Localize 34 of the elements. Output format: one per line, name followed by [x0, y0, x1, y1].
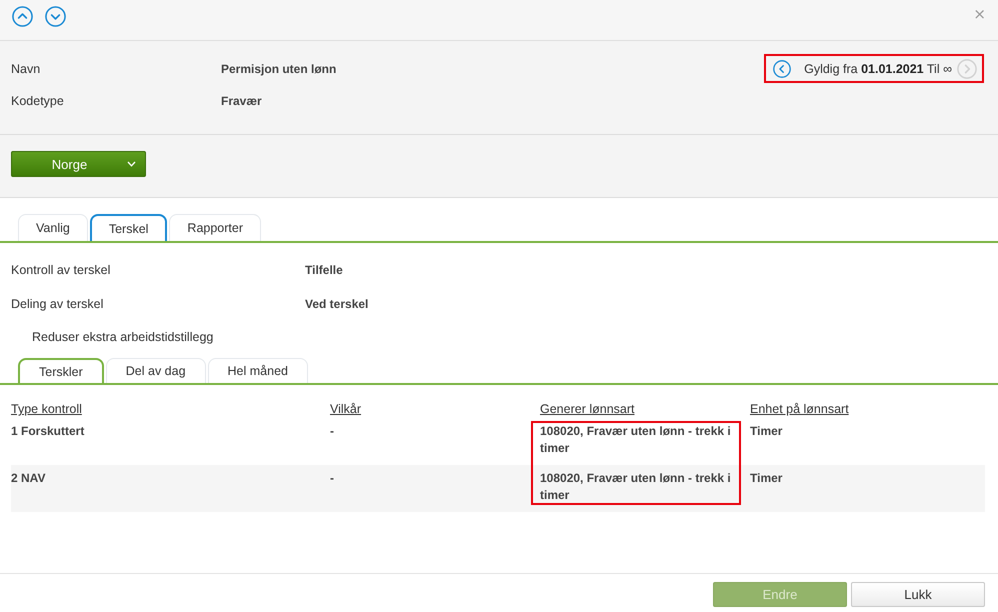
table-cell-text: 108020, Fravær uten lønn - trekk i timer	[539, 470, 732, 504]
setting-label: Kontroll av terskel	[11, 262, 112, 279]
setting-value: Tilfelle	[305, 262, 344, 279]
table-cell-text: -	[329, 423, 335, 440]
column-header[interactable]: Generer lønnsart	[540, 401, 634, 418]
field-value: Permisjon uten lønn	[221, 61, 336, 78]
secondary-button[interactable]: Lukk	[851, 582, 985, 607]
table-cell-text: 2 NAV	[11, 470, 46, 487]
tab[interactable]: Rapporter	[169, 214, 262, 241]
field-label: Navn	[11, 61, 42, 78]
table-cell-text: Timer	[749, 470, 784, 487]
validity-period-text: Gyldig fra 01.01.2021 Til ∞	[804, 62, 952, 76]
table-cell-text: -	[329, 470, 335, 487]
table-cell-text: 108020, Fravær uten lønn - trekk i timer	[539, 423, 732, 457]
tab[interactable]: Terskler	[18, 358, 104, 383]
option-label: Reduser ekstra arbeidstidstillegg	[31, 329, 214, 346]
tab[interactable]: Del av dag	[106, 358, 206, 383]
column-header[interactable]: Vilkår	[330, 401, 362, 418]
tab[interactable]: Hel måned	[208, 358, 308, 383]
setting-value: Ved terskel	[305, 296, 370, 313]
column-header[interactable]: Type kontroll	[11, 401, 82, 418]
country-dropdown[interactable]: Norge	[11, 151, 146, 177]
field-label: Kodetype	[11, 93, 65, 110]
tab[interactable]: Vanlig	[18, 214, 88, 241]
column-header[interactable]: Enhet på lønnsart	[750, 401, 849, 418]
circle-chevron-up-icon[interactable]	[12, 6, 33, 27]
circle-chevron-left-icon[interactable]	[773, 60, 792, 78]
setting-label: Deling av terskel	[11, 296, 104, 313]
field-value: Fravær	[221, 93, 263, 110]
table-cell-text: Timer	[749, 423, 784, 440]
chevron-down-icon	[127, 161, 136, 167]
circle-chevron-down-icon[interactable]	[45, 6, 66, 27]
table-cell-text: 1 Forskuttert	[11, 423, 86, 440]
tab[interactable]: Terskel	[90, 214, 168, 241]
